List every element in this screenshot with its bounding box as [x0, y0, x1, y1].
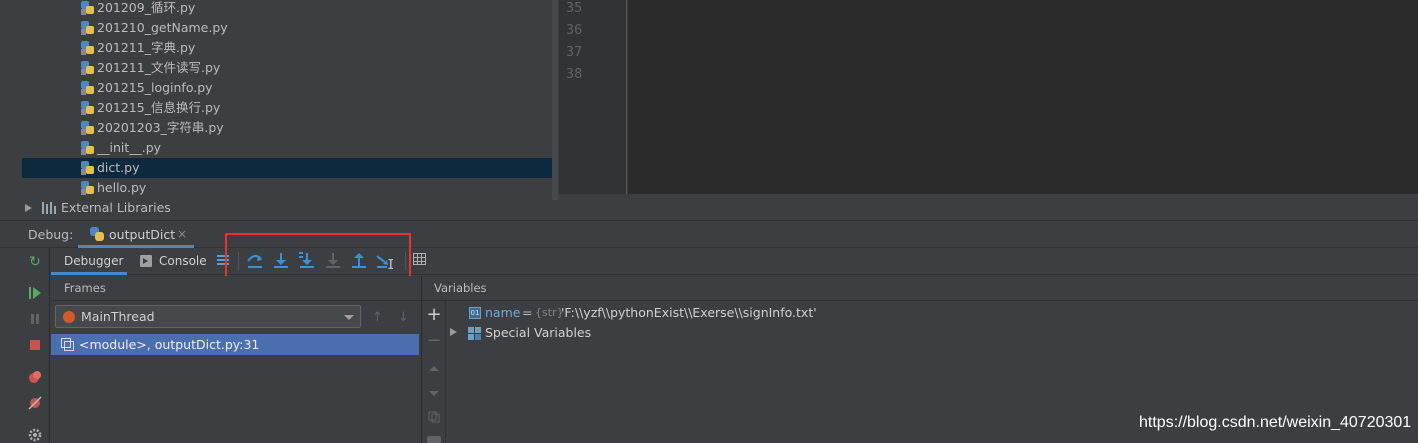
- rerun-icon[interactable]: ↻: [27, 254, 43, 270]
- arrow-down-icon[interactable]: ↓: [398, 310, 409, 325]
- tree-item-external-libraries[interactable]: External Libraries: [22, 198, 558, 218]
- chevron-down-icon: [344, 315, 354, 320]
- arrow-up-icon[interactable]: ↑: [372, 310, 383, 325]
- glasses-icon[interactable]: [426, 433, 442, 443]
- view-breakpoints-icon[interactable]: [27, 370, 43, 386]
- library-icon: [42, 202, 58, 214]
- thread-dropdown[interactable]: MainThread: [55, 305, 361, 328]
- tab-console[interactable]: Console: [140, 248, 212, 275]
- python-file-icon: [81, 81, 94, 95]
- tree-item-label: dict.py: [97, 160, 140, 175]
- move-down-icon[interactable]: [426, 387, 442, 403]
- watermark: https://blog.csdn.net/weixin_40720301: [1139, 414, 1412, 431]
- special-variables-icon: [468, 327, 481, 340]
- tree-item-file[interactable]: dict.py: [22, 158, 558, 178]
- python-file-icon: [81, 41, 94, 55]
- line-number: 37: [566, 44, 583, 60]
- project-tool-strip: [0, 0, 22, 220]
- frames-header: Frames: [51, 276, 421, 301]
- debug-action-strip: ↻: [0, 248, 50, 443]
- remove-watch-icon[interactable]: −: [426, 332, 442, 350]
- expand-arrow-icon[interactable]: [25, 204, 32, 212]
- variables-header: Variables: [422, 276, 1418, 301]
- tree-item-label: 201210_getName.py: [97, 20, 228, 35]
- tree-item-file[interactable]: hello.py: [22, 178, 558, 198]
- move-up-icon[interactable]: [426, 361, 442, 377]
- line-number: 38: [566, 66, 583, 82]
- tree-item-label: External Libraries: [61, 200, 171, 215]
- tree-item-label: hello.py: [97, 180, 147, 195]
- copy-icon[interactable]: [426, 411, 442, 427]
- tab-label: Console: [159, 254, 207, 268]
- evaluate-expression-icon[interactable]: [413, 253, 426, 265]
- python-file-icon: [81, 61, 94, 75]
- frame-icon-overlay: [64, 341, 74, 351]
- frame-label: <module>, outputDict.py:31: [79, 337, 260, 352]
- tab-debugger[interactable]: Debugger: [51, 248, 127, 275]
- project-tree: 201209_循环.py 201210_getName.py 201211_字典.p…: [22, 0, 558, 220]
- frames-title: Frames: [64, 281, 106, 295]
- variable-name: name: [485, 305, 521, 320]
- variable-type-icon: 01: [469, 307, 481, 319]
- tree-item-label: 20201203_字符串.py: [97, 120, 224, 135]
- debug-label: Debug:: [28, 227, 74, 242]
- python-file-icon: [81, 101, 94, 115]
- settings-gear-icon[interactable]: [27, 428, 43, 443]
- run-config-label: outputDict: [109, 227, 176, 242]
- line-number: 35: [566, 0, 583, 16]
- special-variables-label: Special Variables: [485, 325, 592, 340]
- tree-item-file[interactable]: 201211_文件读写.py: [22, 58, 558, 78]
- variables-toolbar: + −: [422, 301, 446, 443]
- tree-item-label: 201215_信息换行.py: [97, 100, 221, 115]
- console-icon: [140, 255, 152, 267]
- frames-panel: MainThread ↑ ↓ <module>, outputDict.py:3…: [51, 301, 421, 443]
- pause-icon[interactable]: [27, 312, 43, 328]
- tree-item-file[interactable]: 201209_循环.py: [22, 0, 558, 18]
- tree-item-file[interactable]: 201210_getName.py: [22, 18, 558, 38]
- tree-scrollbar[interactable]: [552, 0, 558, 200]
- python-icon: [90, 227, 104, 241]
- tree-item-label: 201211_文件读写.py: [97, 60, 221, 75]
- tree-item-label: 201215_loginfo.py: [97, 80, 213, 95]
- close-icon[interactable]: ×: [177, 227, 187, 241]
- stop-icon[interactable]: [27, 338, 43, 354]
- code-editor[interactable]: [628, 0, 1418, 194]
- variable-value: 'F:\\yzf\\pythonExist\\Exerse\\signInfo.…: [561, 305, 817, 320]
- variable-equals: =: [522, 305, 533, 320]
- tab-label: Debugger: [64, 254, 124, 268]
- thread-label: MainThread: [81, 309, 155, 324]
- tab-run-config[interactable]: outputDict ×: [78, 222, 194, 248]
- mute-breakpoints-icon[interactable]: [27, 396, 43, 412]
- python-file-icon: [81, 121, 94, 135]
- add-watch-icon[interactable]: +: [426, 306, 442, 324]
- tree-item-label: __init__.py: [97, 140, 162, 155]
- tree-item-file[interactable]: 201215_loginfo.py: [22, 78, 558, 98]
- debug-tool-window-header: Debug: outputDict ×: [0, 220, 1418, 248]
- python-file-icon: [81, 141, 94, 155]
- expand-arrow-icon[interactable]: [450, 328, 457, 336]
- python-file-icon: [81, 161, 94, 175]
- variable-type: {str}: [535, 306, 564, 319]
- line-number: 36: [566, 22, 583, 38]
- python-file-icon: [81, 1, 94, 15]
- python-file-icon: [81, 181, 94, 195]
- tree-item-file[interactable]: 201211_字典.py: [22, 38, 558, 58]
- tree-item-file[interactable]: 20201203_字符串.py: [22, 118, 558, 138]
- thread-status-icon: [63, 311, 75, 323]
- editor-footer: [559, 194, 1418, 220]
- tree-item-file[interactable]: 201215_信息换行.py: [22, 98, 558, 118]
- python-file-icon: [81, 21, 94, 35]
- tree-item-label: 201209_循环.py: [97, 0, 196, 15]
- tree-item-label: 201211_字典.py: [97, 40, 196, 55]
- frame-row[interactable]: <module>, outputDict.py:31: [51, 334, 419, 355]
- variables-title: Variables: [434, 281, 487, 295]
- tree-item-file[interactable]: __init__.py: [22, 138, 558, 158]
- editor-gutter: 35 36 37 38: [559, 0, 627, 194]
- resume-icon[interactable]: [27, 286, 43, 302]
